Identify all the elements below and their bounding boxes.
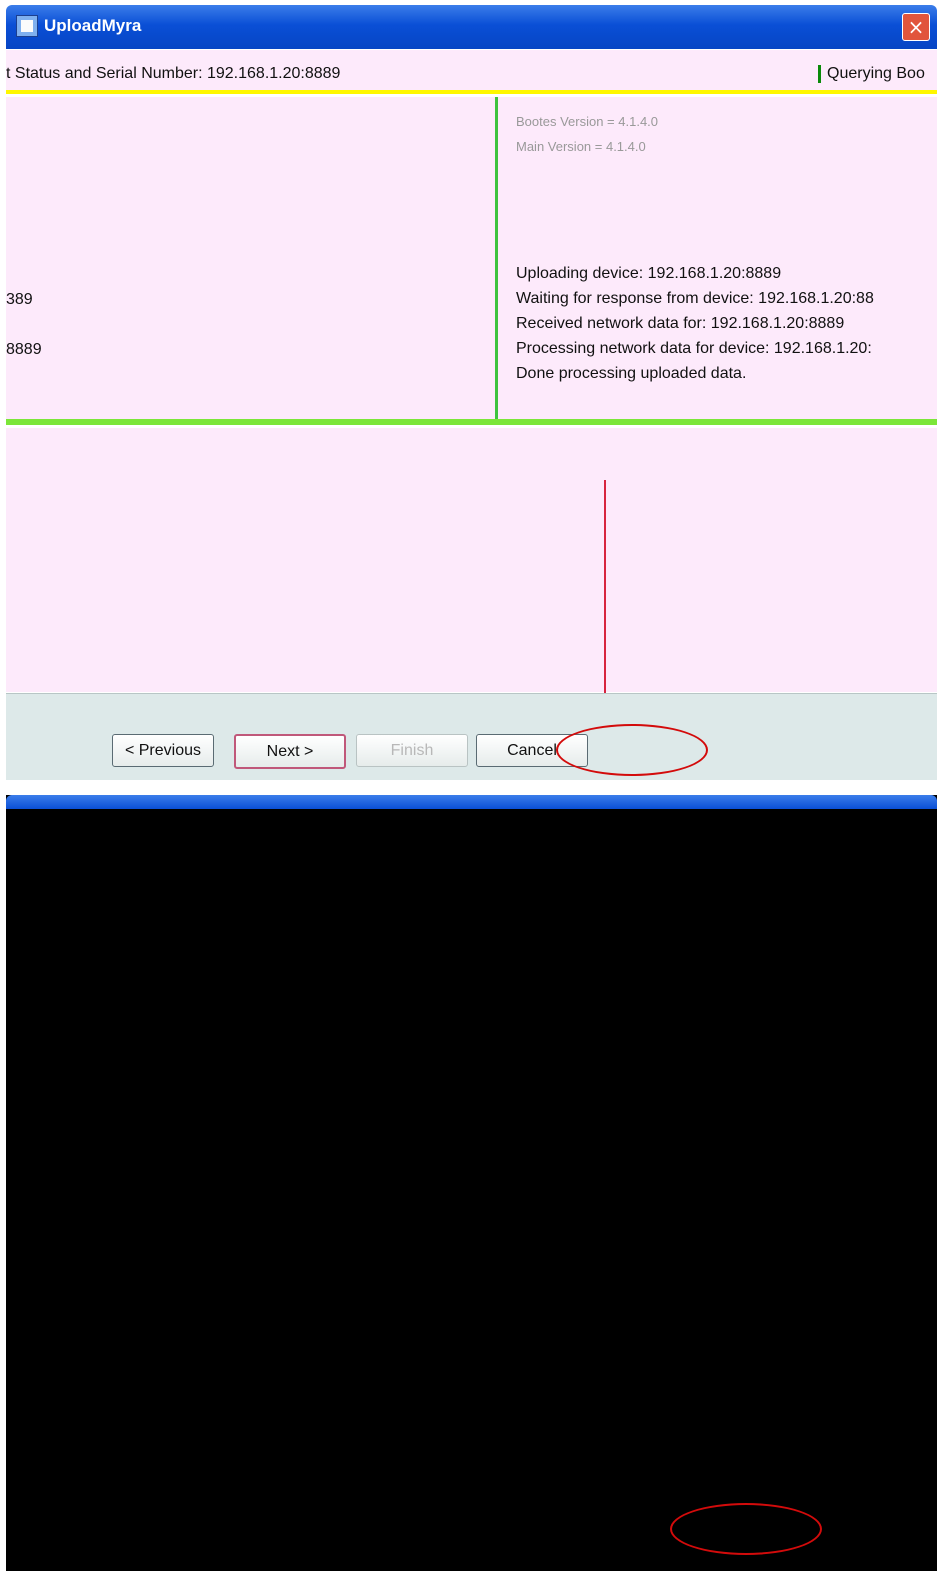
- previous-button[interactable]: < Previous: [112, 734, 214, 767]
- next-button[interactable]: Next >: [234, 734, 346, 769]
- log-faint-line: Bootes Version = 4.1.4.0: [516, 114, 659, 129]
- pane-splitter[interactable]: [6, 419, 937, 425]
- left-log-line: 8889: [6, 341, 42, 358]
- highlight-circle: [556, 724, 708, 776]
- close-icon[interactable]: ×: [902, 13, 930, 41]
- button-bar: < Previous Next > Finish Cancel: [6, 693, 937, 780]
- title-bar[interactable]: UploadMyra ×: [6, 5, 937, 49]
- lower-pane: [6, 428, 937, 692]
- highlight-circle-2: [670, 1503, 822, 1555]
- app-icon: [16, 15, 38, 37]
- second-window: [6, 795, 937, 1571]
- finish-button: Finish: [356, 734, 468, 767]
- status-label: t Status and Serial Number: 192.168.1.20…: [6, 65, 341, 82]
- title-bar-2: [6, 795, 937, 809]
- window-title: UploadMyra: [44, 16, 142, 35]
- status-row: t Status and Serial Number: 192.168.1.20…: [6, 50, 937, 94]
- log-line: Uploading device: 192.168.1.20:8889: [516, 265, 782, 282]
- log-line: Processing network data for device: 192.…: [516, 340, 872, 357]
- left-log-pane[interactable]: 389 8889: [6, 97, 498, 419]
- left-log-line: 389: [6, 291, 33, 308]
- status-right-label: Querying Boo: [818, 65, 925, 83]
- log-line: Done processing uploaded data.: [516, 365, 747, 382]
- log-faint-line: Main Version = 4.1.4.0: [516, 139, 646, 154]
- log-line: Waiting for response from device: 192.16…: [516, 290, 874, 307]
- log-line: Received network data for: 192.168.1.20:…: [516, 315, 845, 332]
- right-log-pane[interactable]: Bootes Version = 4.1.4.0 Main Version = …: [498, 97, 937, 419]
- upload-window: UploadMyra × t Status and Serial Number:…: [0, 0, 943, 790]
